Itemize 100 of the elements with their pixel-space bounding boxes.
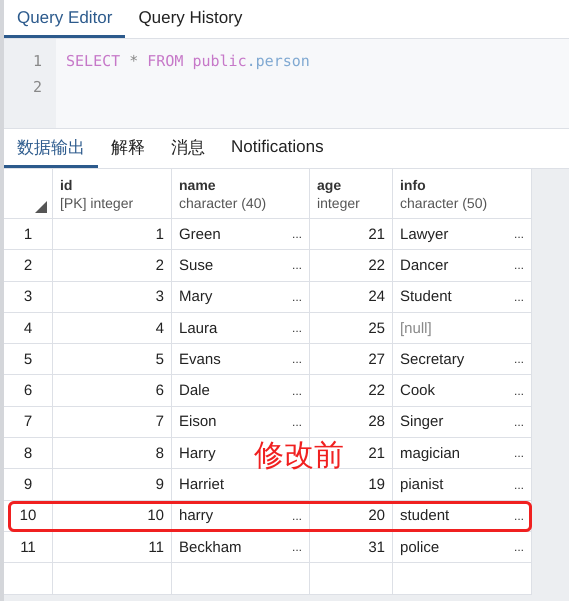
table-cell: Dancer xyxy=(400,256,448,274)
expand-button[interactable]: ... xyxy=(514,290,524,304)
table-cell: 19 xyxy=(368,476,385,494)
expand-button[interactable]: ... xyxy=(514,508,524,523)
column-header[interactable]: info character (50) xyxy=(393,169,532,219)
table-cell: 10 xyxy=(53,500,172,532)
triangle-icon[interactable] xyxy=(35,201,47,213)
table-cell: Eison xyxy=(179,413,217,430)
table-cell: Secretary xyxy=(400,350,464,368)
code-token: public xyxy=(192,52,247,70)
table-cell: Lawyer xyxy=(400,226,448,243)
table-cell: 24 xyxy=(368,288,385,306)
table-cell: 9 xyxy=(53,469,172,501)
row-number[interactable]: 7 xyxy=(4,406,53,438)
table-cell: 28 xyxy=(368,413,385,430)
expand-button[interactable]: ... xyxy=(292,258,302,272)
empty-cell xyxy=(4,563,53,595)
result-tab[interactable]: 解释 xyxy=(98,129,158,168)
expand-button[interactable]: ... xyxy=(292,321,302,336)
expand-button[interactable]: ... xyxy=(514,227,524,242)
expand-button[interactable]: ... xyxy=(514,352,524,366)
expand-button[interactable]: ... xyxy=(292,540,302,554)
line-number: 2 xyxy=(32,77,42,98)
table-cell: Cook xyxy=(400,382,436,400)
expand-button[interactable]: ... xyxy=(514,414,524,429)
editor-tab[interactable]: Query History xyxy=(125,0,256,38)
table-cell: 31 xyxy=(368,538,385,556)
table-cell: Dale xyxy=(179,382,210,400)
table-cell: Evans xyxy=(179,350,221,368)
table-cell: Laura xyxy=(179,320,218,337)
expand-button[interactable]: ... xyxy=(514,258,524,272)
table-cell: 1 xyxy=(53,219,172,250)
table-cell: 22 xyxy=(368,382,385,400)
table-cell: 21 xyxy=(368,444,385,462)
column-name: info xyxy=(400,176,426,192)
expand-button[interactable]: ... xyxy=(514,384,524,398)
table-cell: 21 xyxy=(368,226,385,243)
column-type: character (40) xyxy=(179,194,266,210)
table-cell: [null] xyxy=(400,320,432,337)
row-number[interactable]: 10 xyxy=(4,500,53,532)
table-cell: 11 xyxy=(53,532,172,564)
line-number: 1 xyxy=(32,51,42,72)
column-header[interactable]: id [PK] integer xyxy=(53,169,172,219)
code-token: * xyxy=(129,52,140,70)
row-number[interactable]: 4 xyxy=(4,312,53,344)
table-cell: 7 xyxy=(53,406,172,438)
row-number[interactable]: 11 xyxy=(4,532,53,564)
table-cell: magician xyxy=(400,444,460,462)
table-cell: 5 xyxy=(53,344,172,376)
expand-button[interactable]: ... xyxy=(292,352,302,366)
row-number[interactable]: 5 xyxy=(4,344,53,376)
row-number[interactable]: 9 xyxy=(4,469,53,501)
column-type: character (50) xyxy=(400,194,488,210)
table-cell: harry xyxy=(179,507,214,524)
expand-button[interactable]: ... xyxy=(292,384,302,398)
table-cell: 27 xyxy=(368,350,385,368)
table-cell: Harry xyxy=(179,444,216,462)
table-cell: Beckham xyxy=(179,538,242,556)
expand-button[interactable]: ... xyxy=(292,508,302,523)
table-cell: Mary xyxy=(179,288,212,306)
table-cell: Student xyxy=(400,288,452,306)
annotation-text: 修改前 xyxy=(254,436,344,475)
code-token: FROM xyxy=(147,52,184,70)
row-number[interactable]: 2 xyxy=(4,250,53,282)
expand-button[interactable]: ... xyxy=(514,540,524,554)
column-type: [PK] integer xyxy=(60,194,134,210)
code-token: SELECT xyxy=(66,52,122,70)
table-cell: 3 xyxy=(53,282,172,313)
table-cell: 4 xyxy=(53,312,172,344)
table-cell: police xyxy=(400,538,440,556)
code-token: .person xyxy=(246,52,310,70)
column-name: id xyxy=(60,176,72,192)
result-tab[interactable]: Notifications xyxy=(218,129,337,168)
row-number[interactable]: 8 xyxy=(4,438,53,470)
row-number[interactable]: 1 xyxy=(4,219,53,250)
table-cell: 2 xyxy=(53,250,172,282)
expand-button[interactable]: ... xyxy=(514,446,524,460)
table-cell: pianist xyxy=(400,476,444,494)
column-name: age xyxy=(317,176,342,192)
column-name: name xyxy=(179,176,216,192)
table-cell: Suse xyxy=(179,256,214,274)
result-tab[interactable]: 消息 xyxy=(158,129,218,168)
table-cell: Harriet xyxy=(179,476,224,494)
expand-button[interactable]: ... xyxy=(292,290,302,304)
table-cell: 6 xyxy=(53,375,172,407)
table-cell: 22 xyxy=(368,256,385,274)
row-number[interactable]: 6 xyxy=(4,375,53,407)
expand-button[interactable]: ... xyxy=(292,227,302,242)
column-type: integer xyxy=(317,194,360,210)
row-number[interactable]: 3 xyxy=(4,282,53,313)
table-cell: Green xyxy=(179,226,221,243)
table-cell: student xyxy=(400,507,450,524)
column-header[interactable]: name character (40) xyxy=(172,169,310,219)
expand-button[interactable]: ... xyxy=(292,414,302,429)
expand-button[interactable]: ... xyxy=(514,478,524,492)
table-cell: Singer xyxy=(400,413,444,430)
table-cell: 25 xyxy=(368,320,385,337)
table-cell: 20 xyxy=(368,507,385,524)
table-cell: 8 xyxy=(53,438,172,470)
column-header[interactable]: age integer xyxy=(310,169,393,219)
